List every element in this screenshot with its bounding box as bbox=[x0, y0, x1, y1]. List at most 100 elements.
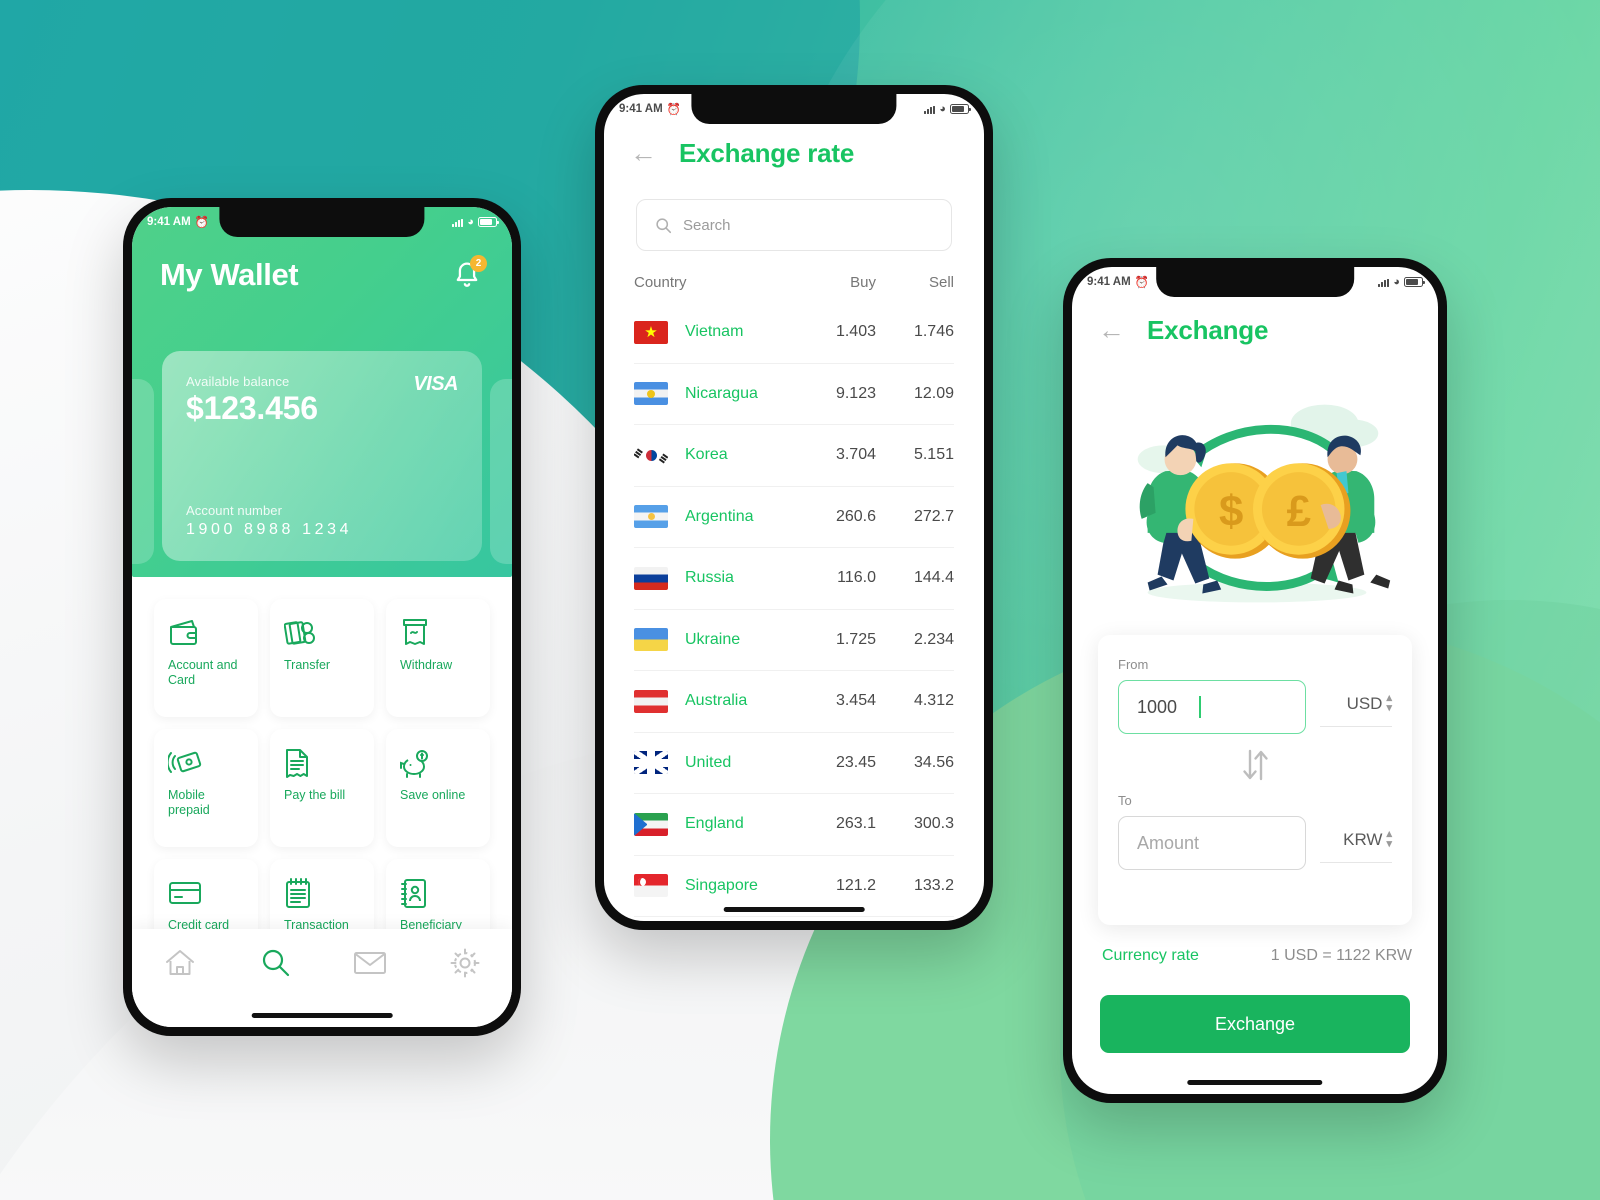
status-time: 9:41 AM bbox=[147, 216, 191, 228]
page-title: Exchange rate bbox=[679, 138, 855, 168]
search-placeholder: Search bbox=[683, 216, 731, 234]
tile-beneficiary[interactable]: Beneficiary bbox=[386, 859, 490, 929]
tile-transaction[interactable]: Transaction bbox=[270, 859, 374, 929]
row-sell: 2.234 bbox=[913, 630, 954, 648]
wifi-icon: ◕ bbox=[939, 102, 946, 115]
swap-currencies-button[interactable] bbox=[1118, 747, 1392, 783]
search-field[interactable]: Search bbox=[636, 199, 952, 251]
tile-label: Transfer bbox=[284, 658, 331, 672]
flag-korea-icon bbox=[634, 443, 668, 467]
contactless-money-icon bbox=[168, 745, 246, 781]
currency-rate-label: Currency rate bbox=[1102, 947, 1199, 964]
row-sell: 1.746 bbox=[913, 323, 954, 341]
flag-singapore-icon bbox=[634, 874, 668, 898]
tile-credit-card[interactable]: Credit card bbox=[154, 859, 258, 929]
phone-my-wallet: 9:41 AM ⏰ ◕ My Wallet 2 Available balanc… bbox=[123, 198, 521, 1036]
signal-icon bbox=[451, 218, 464, 227]
row-buy: 3.454 bbox=[835, 692, 876, 710]
tile-label: Beneficiary bbox=[400, 918, 462, 929]
table-row[interactable]: ★ Vietnam 1.403 1.746 bbox=[634, 302, 954, 364]
exchange-header: ← Exchange bbox=[1098, 315, 1412, 346]
row-sell: 144.4 bbox=[913, 569, 954, 587]
row-sell: 272.7 bbox=[913, 507, 954, 525]
device-notch bbox=[1156, 267, 1354, 297]
table-row[interactable]: Argentina 260.6 272.7 bbox=[634, 487, 954, 548]
table-row[interactable]: United 23.45 34.56 bbox=[634, 733, 954, 794]
nav-settings-button[interactable] bbox=[445, 943, 485, 983]
back-arrow-icon[interactable]: ← bbox=[1098, 317, 1125, 344]
column-country: Country bbox=[634, 274, 687, 291]
svg-text:£: £ bbox=[1287, 487, 1311, 536]
rates-column-headers: Country Buy Sell bbox=[634, 274, 954, 291]
notepad-icon bbox=[284, 875, 362, 911]
nav-home-button[interactable] bbox=[160, 943, 200, 983]
to-currency-select[interactable]: KRW ▴ ▾ bbox=[1320, 823, 1392, 863]
column-buy: Buy bbox=[850, 274, 876, 291]
home-indicator bbox=[723, 907, 865, 912]
wallet-header: 9:41 AM ⏰ ◕ My Wallet 2 Available balanc… bbox=[132, 207, 512, 577]
from-currency-select[interactable]: USD ▴ ▾ bbox=[1320, 687, 1392, 727]
balance-card[interactable]: Available balance $123.456 VISA Account … bbox=[162, 351, 482, 561]
to-amount-input[interactable]: Amount bbox=[1118, 816, 1306, 870]
row-country: Nicaragua bbox=[685, 384, 758, 402]
exchange-rate-screen: 9:41 AM ⏰ ◕ ← Exchange rate Search Count… bbox=[604, 94, 984, 921]
tile-account-and-card[interactable]: Account and Card bbox=[154, 599, 258, 717]
atm-icon bbox=[400, 615, 478, 651]
alarm-icon: ⏰ bbox=[1134, 277, 1149, 289]
tile-label: Pay the bill bbox=[284, 788, 346, 802]
tile-pay-the-bill[interactable]: Pay the bill bbox=[270, 729, 374, 847]
flag-vietnam-icon: ★ bbox=[634, 320, 668, 344]
wallet-icon bbox=[168, 615, 246, 651]
table-row[interactable]: England 263.1 300.3 bbox=[634, 794, 954, 856]
signal-icon bbox=[1377, 278, 1390, 287]
wifi-icon: ◕ bbox=[467, 215, 474, 228]
row-buy: 9.123 bbox=[835, 384, 876, 402]
status-time: 9:41 AM bbox=[619, 103, 663, 115]
tile-label: Save online bbox=[400, 788, 466, 802]
row-country: England bbox=[685, 815, 744, 833]
notification-button[interactable]: 2 bbox=[450, 255, 487, 292]
row-buy: 1.403 bbox=[835, 323, 876, 341]
page-title: Exchange bbox=[1147, 315, 1269, 345]
rates-list[interactable]: ★ Vietnam 1.403 1.746 Nicaragua 9.123 12… bbox=[634, 302, 954, 921]
row-country: Russia bbox=[685, 569, 734, 587]
row-sell: 12.09 bbox=[913, 384, 954, 402]
back-arrow-icon[interactable]: ← bbox=[630, 140, 657, 167]
table-row[interactable]: Russia 116.0 144.4 bbox=[634, 548, 954, 610]
nav-mail-button[interactable] bbox=[350, 943, 390, 983]
phone-exchange: 9:41 AM ⏰ ◕ ← Exchange $ £ From 1000 USD… bbox=[1063, 258, 1447, 1103]
tile-save-online[interactable]: Save online bbox=[386, 729, 490, 847]
signal-icon bbox=[923, 105, 936, 114]
tile-label: Withdraw bbox=[400, 658, 453, 672]
svg-text:$: $ bbox=[1219, 487, 1243, 536]
card-carousel-next[interactable] bbox=[490, 379, 512, 564]
from-amount-value: 1000 bbox=[1137, 696, 1178, 717]
row-country: Singapore bbox=[685, 876, 758, 894]
column-sell: Sell bbox=[928, 274, 954, 291]
table-row[interactable]: Ukraine 1.725 2.234 bbox=[634, 610, 954, 671]
tile-transfer[interactable]: Transfer bbox=[270, 599, 374, 717]
visa-logo: VISA bbox=[413, 373, 458, 395]
card-carousel-prev[interactable] bbox=[132, 379, 154, 564]
tile-mobile-prepaid[interactable]: Mobile prepaid bbox=[154, 729, 258, 847]
device-notch bbox=[691, 94, 897, 124]
wifi-icon: ◕ bbox=[1393, 275, 1400, 288]
battery-icon bbox=[478, 217, 499, 227]
tile-withdraw[interactable]: Withdraw bbox=[386, 599, 490, 717]
row-buy: 263.1 bbox=[835, 815, 876, 833]
tile-label: Account and Card bbox=[168, 658, 238, 687]
from-amount-input[interactable]: 1000 bbox=[1118, 680, 1306, 734]
row-country: Vietnam bbox=[685, 323, 744, 341]
row-buy: 260.6 bbox=[835, 507, 876, 525]
wallet-action-grid: Account and Card Transfer Withdraw Mobil… bbox=[132, 585, 512, 929]
exchange-form-card: From 1000 USD ▴ ▾ To Amount KRW ▴ ▾ bbox=[1098, 635, 1412, 925]
table-row[interactable]: Korea 3.704 5.151 bbox=[634, 425, 954, 487]
exchange-button[interactable]: Exchange bbox=[1100, 995, 1410, 1053]
row-buy: 116.0 bbox=[837, 569, 876, 587]
row-sell: 300.3 bbox=[913, 815, 954, 833]
battery-icon bbox=[1404, 277, 1425, 287]
table-row[interactable]: Australia 3.454 4.312 bbox=[634, 671, 954, 733]
flag-argentina-icon bbox=[634, 505, 668, 529]
table-row[interactable]: Nicaragua 9.123 12.09 bbox=[634, 364, 954, 425]
nav-search-button[interactable] bbox=[255, 943, 295, 983]
